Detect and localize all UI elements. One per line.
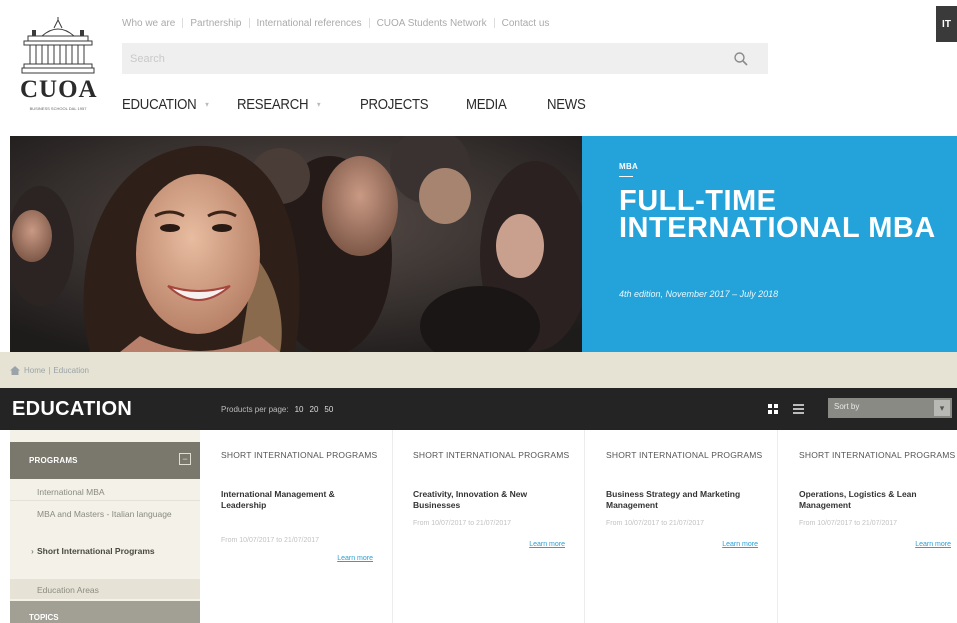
cuoa-logo[interactable]: CUOA BUSINESS SCHOOL DAL 1957 [20, 16, 98, 118]
per-page-option-50[interactable]: 50 [324, 405, 333, 414]
products-per-page-label: Products per page: [221, 404, 289, 414]
learn-more-link[interactable]: Learn more [393, 541, 565, 548]
sidebar-topics-header[interactable]: TOPICS [10, 601, 200, 623]
top-link-who-we-are[interactable]: Who we are [122, 18, 175, 29]
sidebar-item-short-international[interactable]: › Short International Programs [10, 545, 178, 557]
card-title[interactable]: Creativity, Innovation & New Businesses [413, 489, 573, 511]
hero-subtitle: 4th edition, November 2017 – July 2018 [619, 289, 779, 299]
nav-education[interactable]: EDUCATION ▾ [122, 92, 223, 116]
hero-title: FULL-TIME INTERNATIONAL MBA [619, 185, 936, 244]
divider [368, 18, 370, 28]
breadcrumb: Home | Education [0, 352, 957, 388]
sidebar-item-label: Short International Programs [37, 546, 155, 556]
search-icon[interactable] [733, 51, 749, 67]
students-photo-image [10, 136, 582, 352]
card-category: SHORT INTERNATIONAL PROGRAMS [413, 450, 570, 460]
hero-photo [10, 136, 582, 352]
hero-panel: MBA FULL-TIME INTERNATIONAL MBA 4th edit… [582, 136, 957, 352]
nav-news-label: NEWS [547, 95, 586, 113]
sidebar-programs-label: PROGRAMS [29, 456, 78, 465]
program-card[interactable]: SHORT INTERNATIONAL PROGRAMS Business St… [586, 430, 778, 623]
learn-more-link[interactable]: Learn more [779, 541, 951, 548]
card-title[interactable]: Operations, Logistics & Lean Management [799, 489, 957, 511]
program-card[interactable]: SHORT INTERNATIONAL PROGRAMS Creativity,… [393, 430, 585, 623]
card-category: SHORT INTERNATIONAL PROGRAMS [221, 450, 378, 460]
sidebar-topics-label: TOPICS [29, 613, 59, 622]
grid-view-icon[interactable] [768, 404, 778, 414]
per-page-option-20[interactable]: 20 [310, 405, 319, 414]
nav-news[interactable]: NEWS [547, 92, 591, 116]
section-toolbar: EDUCATION Products per page: 10 20 50 [0, 388, 957, 430]
chevron-down-icon: ▾ [934, 400, 950, 416]
chevron-down-icon: ▾ [317, 99, 321, 109]
divider [248, 18, 250, 28]
divider [493, 18, 495, 28]
top-link-international-references[interactable]: International references [257, 18, 362, 29]
nav-projects-label: PROJECTS [360, 95, 429, 113]
breadcrumb-current: Education [53, 365, 90, 375]
nav-media-label: MEDIA [466, 95, 507, 113]
card-dates: From 10/07/2017 to 21/07/2017 [799, 520, 898, 527]
card-dates: From 10/07/2017 to 21/07/2017 [413, 520, 512, 527]
home-icon[interactable] [10, 365, 20, 375]
nav-media[interactable]: MEDIA [466, 92, 537, 116]
search-input[interactable] [130, 50, 690, 67]
collapse-icon[interactable]: − [179, 453, 191, 465]
sort-label: Sort by [834, 402, 860, 411]
nav-education-label: EDUCATION [122, 95, 197, 113]
breadcrumb-separator: | [48, 365, 51, 375]
breadcrumb-home[interactable]: Home [24, 366, 45, 375]
site-header: CUOA BUSINESS SCHOOL DAL 1957 Who we are… [0, 0, 957, 128]
sidebar-item-education-areas[interactable]: Education Areas [10, 584, 200, 596]
card-title[interactable]: International Management & Leadership [221, 489, 381, 511]
learn-more-link[interactable]: Learn more [586, 541, 758, 548]
sidebar-item-international-mba[interactable]: International MBA [10, 486, 200, 498]
section-title: EDUCATION [12, 397, 133, 420]
per-page-option-10[interactable]: 10 [295, 405, 304, 414]
card-title[interactable]: Business Strategy and Marketing Manageme… [606, 489, 766, 511]
hero-tag-underline [619, 176, 633, 177]
program-card[interactable]: SHORT INTERNATIONAL PROGRAMS Internation… [201, 430, 393, 623]
building-logo-icon [21, 17, 95, 74]
products-per-page: Products per page: 10 20 50 [221, 388, 333, 430]
main-nav: EDUCATION ▾ RESEARCH ▾ PROJECTS MEDIA NE… [122, 92, 597, 116]
bullet-icon: › [31, 546, 34, 556]
top-link-partnership[interactable]: Partnership [190, 18, 241, 29]
logo-subtitle: BUSINESS SCHOOL DAL 1957 [29, 106, 87, 111]
top-link-students-network[interactable]: CUOA Students Network [377, 18, 487, 29]
top-links: Who we are Partnership International ref… [122, 16, 549, 30]
search-bar [122, 43, 768, 74]
sidebar-item-mba-masters-italian[interactable]: MBA and Masters - Italian language [10, 508, 180, 520]
nav-research-label: RESEARCH [237, 95, 309, 113]
divider [182, 18, 184, 28]
card-dates: From 10/07/2017 to 21/07/2017 [606, 520, 705, 527]
logo-text: CUOA [20, 76, 98, 103]
sort-select[interactable]: Sort by ▾ [828, 398, 952, 418]
divider [10, 500, 200, 501]
program-card[interactable]: SHORT INTERNATIONAL PROGRAMS Operations,… [779, 430, 957, 623]
chevron-down-icon: ▾ [205, 99, 209, 109]
language-button[interactable]: IT [936, 6, 957, 42]
hero-tag: MBA [619, 162, 639, 171]
card-dates: From 10/07/2017 to 21/07/2017 [221, 537, 320, 544]
sidebar-programs-header[interactable]: PROGRAMS − [10, 442, 200, 479]
learn-more-link[interactable]: Learn more [201, 555, 373, 562]
nav-research[interactable]: RESEARCH ▾ [237, 92, 345, 116]
card-category: SHORT INTERNATIONAL PROGRAMS [799, 450, 956, 460]
nav-projects[interactable]: PROJECTS [360, 92, 453, 116]
list-view-icon[interactable] [793, 404, 804, 414]
top-link-contact-us[interactable]: Contact us [502, 18, 550, 29]
hero-banner[interactable]: MBA FULL-TIME INTERNATIONAL MBA 4th edit… [0, 128, 957, 352]
card-category: SHORT INTERNATIONAL PROGRAMS [606, 450, 763, 460]
